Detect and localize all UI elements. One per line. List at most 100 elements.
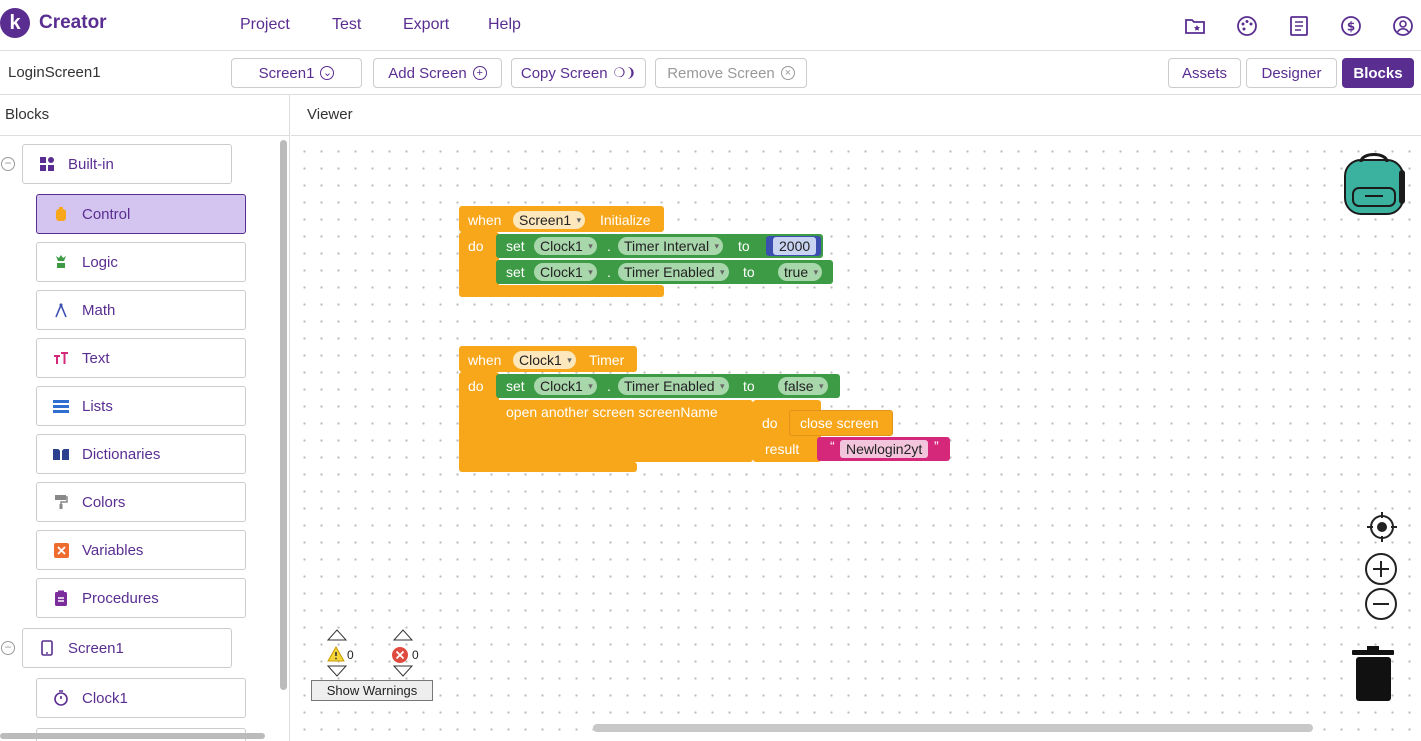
- plus-circle-icon: +: [472, 66, 487, 80]
- phone-icon: [38, 639, 56, 657]
- svg-text:$: $: [1347, 20, 1355, 34]
- warning-next-arrow-icon[interactable]: [327, 665, 347, 677]
- error-count: 0: [412, 648, 419, 662]
- add-screen-label: Add Screen: [388, 64, 467, 82]
- do-label: do: [468, 238, 484, 254]
- project-name: LoginScreen1: [8, 64, 101, 81]
- backpack-icon[interactable]: [1341, 148, 1409, 218]
- set-label: set: [506, 264, 525, 280]
- component-dropdown[interactable]: Clock1: [534, 237, 597, 255]
- result-label: result: [765, 441, 800, 457]
- tree-builtin-label: Built-in: [68, 155, 114, 173]
- dot-label: .: [607, 238, 611, 254]
- component-dropdown[interactable]: Clock1: [534, 377, 597, 395]
- open-screen-label: open another screen screenName: [506, 404, 718, 420]
- to-label: to: [743, 264, 755, 280]
- grid-icon: [38, 155, 56, 173]
- copy-screen-button[interactable]: Copy Screen ❍❩: [511, 58, 646, 88]
- tree-procedures[interactable]: Procedures: [36, 578, 246, 618]
- tree-builtin[interactable]: Built-in: [22, 144, 232, 184]
- logo-icon: k: [0, 8, 30, 38]
- error-next-arrow-icon[interactable]: [393, 665, 413, 677]
- property-dropdown[interactable]: Timer Enabled: [618, 263, 729, 281]
- property-dropdown[interactable]: Timer Interval: [618, 237, 724, 255]
- remove-screen-button[interactable]: Remove Screen ×: [655, 58, 807, 88]
- variables-icon: [52, 541, 70, 559]
- add-screen-button[interactable]: Add Screen +: [373, 58, 502, 88]
- number-value[interactable]: 2000: [773, 237, 817, 255]
- tree-screen1[interactable]: Screen1: [22, 628, 232, 668]
- text-value[interactable]: Newlogin2yt: [840, 440, 929, 458]
- folder-star-icon[interactable]: [1183, 14, 1207, 38]
- show-warnings-button[interactable]: Show Warnings: [311, 680, 433, 701]
- menu-help[interactable]: Help: [488, 16, 521, 34]
- close-screen-label: close screen: [800, 415, 879, 431]
- recenter-icon[interactable]: [1365, 510, 1399, 544]
- menu-project[interactable]: Project: [240, 16, 290, 34]
- tree-variables[interactable]: Variables: [36, 530, 246, 570]
- logo[interactable]: k Creator: [0, 8, 107, 38]
- warning-icon: [327, 646, 345, 662]
- do-label: do: [762, 415, 778, 431]
- property-dropdown[interactable]: Timer Enabled: [618, 377, 729, 395]
- event-label: Timer: [589, 352, 625, 368]
- palette-icon[interactable]: [1235, 14, 1259, 38]
- error-prev-arrow-icon[interactable]: [393, 629, 413, 641]
- dollar-icon[interactable]: $: [1339, 14, 1363, 38]
- logic-icon: [52, 253, 70, 271]
- when-label: when: [468, 212, 502, 228]
- tree-control[interactable]: Control: [36, 194, 246, 234]
- assets-button[interactable]: Assets: [1168, 58, 1241, 88]
- to-label: to: [743, 378, 755, 394]
- collapse-screen-icon[interactable]: −: [1, 641, 15, 655]
- blocks-button[interactable]: Blocks: [1342, 58, 1414, 88]
- screen-select[interactable]: Screen1 ⌄: [231, 58, 362, 88]
- remove-screen-label: Remove Screen: [667, 64, 775, 82]
- menu-export[interactable]: Export: [403, 16, 449, 34]
- component-dropdown[interactable]: Clock1: [513, 351, 576, 369]
- set-label: set: [506, 238, 525, 254]
- tree-text[interactable]: Text: [36, 338, 246, 378]
- collapse-builtin-icon[interactable]: −: [1, 157, 15, 171]
- set-label: set: [506, 378, 525, 394]
- zoom-in-icon[interactable]: [1364, 552, 1398, 586]
- component-dropdown[interactable]: Screen1: [513, 211, 586, 229]
- tree-math[interactable]: Math: [36, 290, 246, 330]
- tree-math-label: Math: [82, 301, 116, 319]
- menu-test[interactable]: Test: [332, 16, 361, 34]
- event-label: Initialize: [600, 212, 651, 228]
- error-icon: [392, 647, 408, 663]
- top-bar: k Creator Project Test Export Help $: [0, 0, 1421, 51]
- tree-colors[interactable]: Colors: [36, 482, 246, 522]
- blocks-panel: Blocks − Built-in Control Logic Math Tex…: [0, 95, 290, 741]
- tree-logic-label: Logic: [82, 253, 118, 271]
- trash-icon[interactable]: [1351, 646, 1397, 702]
- blocks-panel-hscrollbar[interactable]: [0, 733, 265, 739]
- blocks-panel-title: Blocks: [0, 95, 289, 136]
- tree-clock1[interactable]: Clock1: [36, 678, 246, 718]
- tree-lists-label: Lists: [82, 397, 113, 415]
- warning-prev-arrow-icon[interactable]: [327, 629, 347, 641]
- warning-count: 0: [347, 648, 354, 662]
- when-label: when: [468, 352, 502, 368]
- account-icon[interactable]: [1391, 14, 1415, 38]
- zoom-out-icon[interactable]: [1364, 587, 1398, 621]
- blocks-panel-scrollbar[interactable]: [280, 140, 287, 690]
- control-icon: [52, 205, 70, 223]
- do-label: do: [468, 378, 484, 394]
- boolean-dropdown[interactable]: true: [778, 263, 823, 281]
- copy-icon: ❍❩: [613, 65, 637, 80]
- component-dropdown[interactable]: Clock1: [534, 263, 597, 281]
- app-name: Creator: [39, 12, 107, 33]
- tree-logic[interactable]: Logic: [36, 242, 246, 282]
- math-icon: [52, 301, 70, 319]
- boolean-dropdown[interactable]: false: [778, 377, 828, 395]
- dictionary-icon: [52, 445, 70, 463]
- tree-dictionaries-label: Dictionaries: [82, 445, 161, 463]
- tree-dictionaries[interactable]: Dictionaries: [36, 434, 246, 474]
- tree-lists[interactable]: Lists: [36, 386, 246, 426]
- workspace-hscrollbar[interactable]: [593, 724, 1313, 732]
- book-icon[interactable]: [1287, 14, 1311, 38]
- blocks-workspace[interactable]: when Screen1 Initialize do set Clock1 . …: [291, 136, 1421, 741]
- designer-button[interactable]: Designer: [1246, 58, 1337, 88]
